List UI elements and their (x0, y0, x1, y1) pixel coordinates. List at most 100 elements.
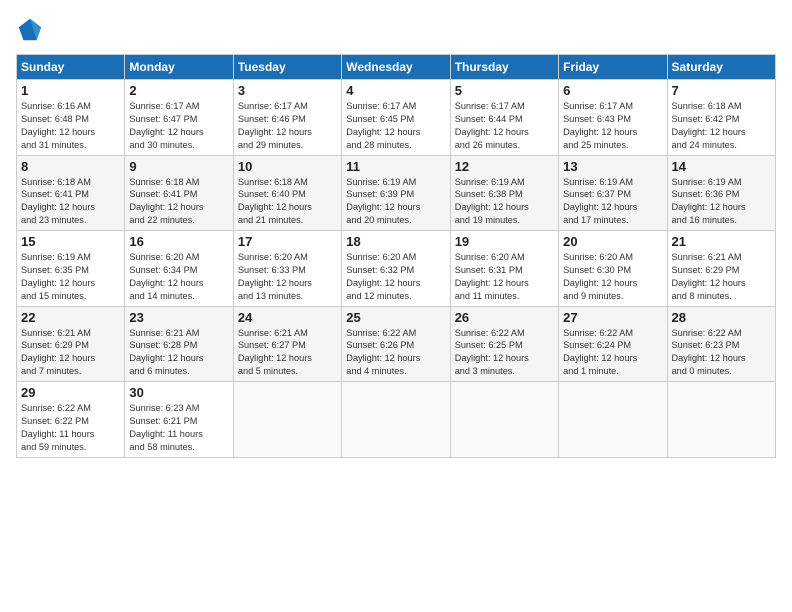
day-number: 27 (563, 310, 662, 325)
day-header-saturday: Saturday (667, 55, 775, 80)
page-header (16, 16, 776, 44)
day-number: 30 (129, 385, 228, 400)
calendar-week-row: 15 Sunrise: 6:19 AM Sunset: 6:35 PM Dayli… (17, 231, 776, 307)
calendar-cell: 19Sunrise: 6:20 AM Sunset: 6:31 PM Dayli… (450, 231, 558, 307)
calendar-body: 1 Sunrise: 6:16 AM Sunset: 6:48 PM Daylig… (17, 80, 776, 458)
day-number: 5 (455, 83, 554, 98)
day-info: Sunrise: 6:21 AM Sunset: 6:28 PM Dayligh… (129, 327, 228, 379)
calendar-cell: 14 Sunrise: 6:19 AM Sunset: 6:36 PM Dayli… (667, 155, 775, 231)
day-info: Sunrise: 6:17 AM Sunset: 6:46 PM Dayligh… (238, 100, 337, 152)
day-info: Sunrise: 6:19 AM Sunset: 6:39 PM Dayligh… (346, 176, 445, 228)
day-number: 29 (21, 385, 120, 400)
day-number: 22 (21, 310, 120, 325)
day-info: Sunrise: 6:17 AM Sunset: 6:45 PM Dayligh… (346, 100, 445, 152)
calendar-week-row: 29 Sunrise: 6:22 AM Sunset: 6:22 PM Dayli… (17, 382, 776, 458)
calendar-cell: 18Sunrise: 6:20 AM Sunset: 6:32 PM Dayli… (342, 231, 450, 307)
day-info: Sunrise: 6:22 AM Sunset: 6:25 PM Dayligh… (455, 327, 554, 379)
calendar-cell (450, 382, 558, 458)
day-info: Sunrise: 6:19 AM Sunset: 6:36 PM Dayligh… (672, 176, 771, 228)
day-info: Sunrise: 6:23 AM Sunset: 6:21 PM Dayligh… (129, 402, 228, 454)
calendar-week-row: 1 Sunrise: 6:16 AM Sunset: 6:48 PM Daylig… (17, 80, 776, 156)
day-number: 3 (238, 83, 337, 98)
day-info: Sunrise: 6:22 AM Sunset: 6:23 PM Dayligh… (672, 327, 771, 379)
day-info: Sunrise: 6:20 AM Sunset: 6:32 PM Dayligh… (346, 251, 445, 303)
day-info: Sunrise: 6:19 AM Sunset: 6:38 PM Dayligh… (455, 176, 554, 228)
logo-icon (16, 16, 44, 44)
calendar-cell: 22Sunrise: 6:21 AM Sunset: 6:29 PM Dayli… (17, 306, 125, 382)
calendar-cell: 21 Sunrise: 6:21 AM Sunset: 6:29 PM Dayli… (667, 231, 775, 307)
calendar-cell: 8Sunrise: 6:18 AM Sunset: 6:41 PM Daylig… (17, 155, 125, 231)
day-number: 20 (563, 234, 662, 249)
calendar-cell: 4 Sunrise: 6:17 AM Sunset: 6:45 PM Daylig… (342, 80, 450, 156)
day-header-thursday: Thursday (450, 55, 558, 80)
calendar-cell: 1 Sunrise: 6:16 AM Sunset: 6:48 PM Daylig… (17, 80, 125, 156)
logo (16, 16, 48, 44)
day-header-sunday: Sunday (17, 55, 125, 80)
calendar-cell: 12 Sunrise: 6:19 AM Sunset: 6:38 PM Dayli… (450, 155, 558, 231)
calendar-cell: 2 Sunrise: 6:17 AM Sunset: 6:47 PM Daylig… (125, 80, 233, 156)
calendar-cell: 24 Sunrise: 6:21 AM Sunset: 6:27 PM Dayli… (233, 306, 341, 382)
day-number: 11 (346, 159, 445, 174)
day-number: 26 (455, 310, 554, 325)
page-container: SundayMondayTuesdayWednesdayThursdayFrid… (0, 0, 792, 466)
day-info: Sunrise: 6:18 AM Sunset: 6:40 PM Dayligh… (238, 176, 337, 228)
day-number: 21 (672, 234, 771, 249)
day-number: 17 (238, 234, 337, 249)
day-number: 28 (672, 310, 771, 325)
day-info: Sunrise: 6:16 AM Sunset: 6:48 PM Dayligh… (21, 100, 120, 152)
calendar-cell: 7Sunrise: 6:18 AM Sunset: 6:42 PM Daylig… (667, 80, 775, 156)
day-info: Sunrise: 6:17 AM Sunset: 6:44 PM Dayligh… (455, 100, 554, 152)
day-header-friday: Friday (559, 55, 667, 80)
day-number: 9 (129, 159, 228, 174)
calendar-cell: 27Sunrise: 6:22 AM Sunset: 6:24 PM Dayli… (559, 306, 667, 382)
day-number: 4 (346, 83, 445, 98)
day-info: Sunrise: 6:17 AM Sunset: 6:47 PM Dayligh… (129, 100, 228, 152)
day-info: Sunrise: 6:21 AM Sunset: 6:27 PM Dayligh… (238, 327, 337, 379)
day-header-wednesday: Wednesday (342, 55, 450, 80)
day-info: Sunrise: 6:20 AM Sunset: 6:30 PM Dayligh… (563, 251, 662, 303)
calendar-table: SundayMondayTuesdayWednesdayThursdayFrid… (16, 54, 776, 458)
day-number: 24 (238, 310, 337, 325)
day-info: Sunrise: 6:19 AM Sunset: 6:37 PM Dayligh… (563, 176, 662, 228)
calendar-week-row: 8Sunrise: 6:18 AM Sunset: 6:41 PM Daylig… (17, 155, 776, 231)
calendar-cell: 23 Sunrise: 6:21 AM Sunset: 6:28 PM Dayli… (125, 306, 233, 382)
day-number: 6 (563, 83, 662, 98)
calendar-cell: 6 Sunrise: 6:17 AM Sunset: 6:43 PM Daylig… (559, 80, 667, 156)
calendar-cell: 30 Sunrise: 6:23 AM Sunset: 6:21 PM Dayli… (125, 382, 233, 458)
calendar-cell: 29 Sunrise: 6:22 AM Sunset: 6:22 PM Dayli… (17, 382, 125, 458)
day-info: Sunrise: 6:20 AM Sunset: 6:33 PM Dayligh… (238, 251, 337, 303)
calendar-cell: 13 Sunrise: 6:19 AM Sunset: 6:37 PM Dayli… (559, 155, 667, 231)
calendar-cell: 16 Sunrise: 6:20 AM Sunset: 6:34 PM Dayli… (125, 231, 233, 307)
day-number: 15 (21, 234, 120, 249)
day-number: 10 (238, 159, 337, 174)
day-info: Sunrise: 6:20 AM Sunset: 6:31 PM Dayligh… (455, 251, 554, 303)
calendar-cell (667, 382, 775, 458)
day-info: Sunrise: 6:20 AM Sunset: 6:34 PM Dayligh… (129, 251, 228, 303)
day-info: Sunrise: 6:17 AM Sunset: 6:43 PM Dayligh… (563, 100, 662, 152)
day-info: Sunrise: 6:22 AM Sunset: 6:22 PM Dayligh… (21, 402, 120, 454)
day-number: 1 (21, 83, 120, 98)
calendar-cell: 17 Sunrise: 6:20 AM Sunset: 6:33 PM Dayli… (233, 231, 341, 307)
calendar-cell: 26 Sunrise: 6:22 AM Sunset: 6:25 PM Dayli… (450, 306, 558, 382)
calendar-cell: 20 Sunrise: 6:20 AM Sunset: 6:30 PM Dayli… (559, 231, 667, 307)
calendar-cell: 10 Sunrise: 6:18 AM Sunset: 6:40 PM Dayli… (233, 155, 341, 231)
calendar-cell: 9Sunrise: 6:18 AM Sunset: 6:41 PM Daylig… (125, 155, 233, 231)
calendar-cell: 15 Sunrise: 6:19 AM Sunset: 6:35 PM Dayli… (17, 231, 125, 307)
day-number: 14 (672, 159, 771, 174)
day-info: Sunrise: 6:19 AM Sunset: 6:35 PM Dayligh… (21, 251, 120, 303)
calendar-week-row: 22Sunrise: 6:21 AM Sunset: 6:29 PM Dayli… (17, 306, 776, 382)
day-number: 12 (455, 159, 554, 174)
calendar-header-row: SundayMondayTuesdayWednesdayThursdayFrid… (17, 55, 776, 80)
day-info: Sunrise: 6:21 AM Sunset: 6:29 PM Dayligh… (672, 251, 771, 303)
calendar-cell: 5 Sunrise: 6:17 AM Sunset: 6:44 PM Daylig… (450, 80, 558, 156)
day-info: Sunrise: 6:22 AM Sunset: 6:26 PM Dayligh… (346, 327, 445, 379)
day-number: 2 (129, 83, 228, 98)
calendar-cell (233, 382, 341, 458)
calendar-cell: 28 Sunrise: 6:22 AM Sunset: 6:23 PM Dayli… (667, 306, 775, 382)
calendar-cell (559, 382, 667, 458)
day-number: 25 (346, 310, 445, 325)
day-number: 16 (129, 234, 228, 249)
calendar-cell: 3 Sunrise: 6:17 AM Sunset: 6:46 PM Daylig… (233, 80, 341, 156)
day-number: 13 (563, 159, 662, 174)
day-number: 23 (129, 310, 228, 325)
